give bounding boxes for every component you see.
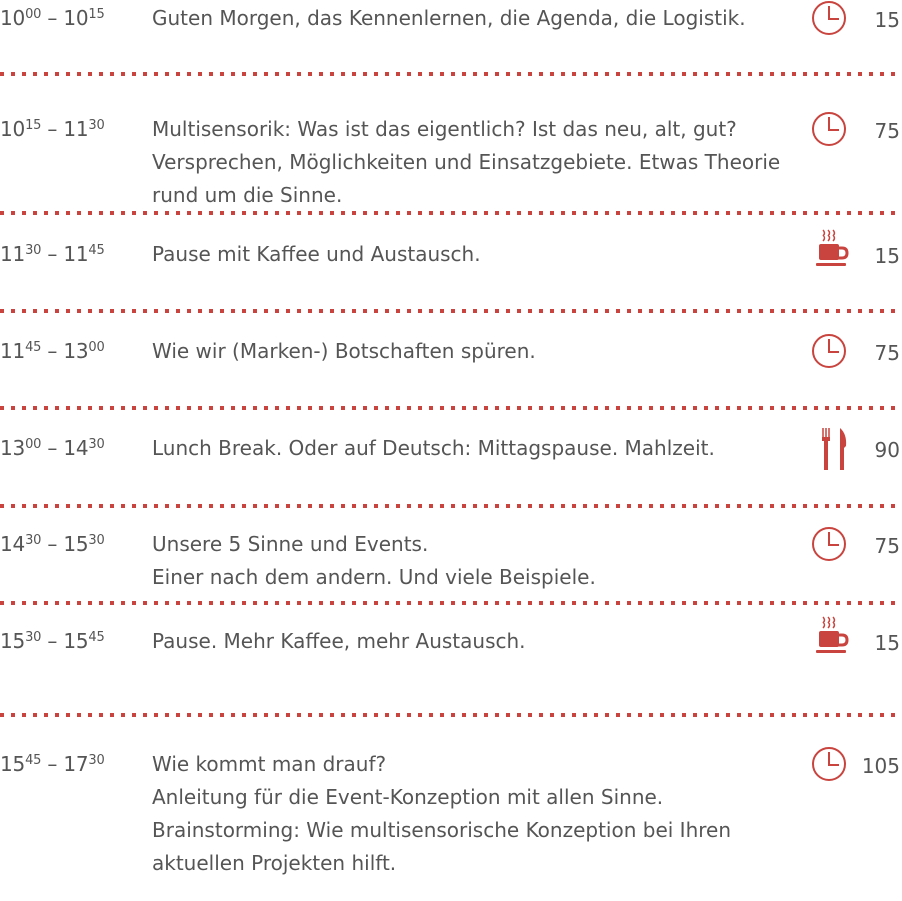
session-description: Wie wir (Marken-) Botschaften spüren.: [152, 339, 536, 363]
dotted-separator: [0, 309, 902, 313]
time-range: 1145 – 1300: [0, 339, 105, 363]
coffee-icon: [816, 229, 849, 266]
dotted-separator: [0, 713, 902, 717]
time-range: 1000 – 1015: [0, 6, 105, 30]
clock-icon: [812, 334, 846, 368]
time-range: 1530 – 1545: [0, 629, 105, 653]
duration-minutes: 15: [874, 244, 900, 268]
time-range: 1545 – 1730: [0, 752, 105, 776]
clock-icon: [812, 747, 846, 781]
duration-minutes: 75: [874, 534, 900, 558]
dotted-separator: [0, 601, 902, 605]
session-description: Pause mit Kaffee und Austausch.: [152, 242, 481, 266]
duration-minutes: 90: [874, 438, 900, 462]
session-description: Guten Morgen, das Kennenlernen, die Agen…: [152, 6, 746, 30]
clock-icon: [812, 1, 846, 35]
dotted-separator: [0, 504, 902, 508]
session-description: Pause. Mehr Kaffee, mehr Austausch.: [152, 629, 526, 653]
dotted-separator: [0, 406, 902, 410]
duration-minutes: 75: [874, 119, 900, 143]
time-range: 1130 – 1145: [0, 242, 105, 266]
cutlery-icon: [822, 428, 847, 470]
session-description: Unsere 5 Sinne und Events. Einer nach de…: [152, 532, 596, 589]
time-range: 1300 – 1430: [0, 436, 105, 460]
duration-minutes: 105: [861, 754, 900, 778]
clock-icon: [812, 112, 846, 146]
session-description: Multisensorik: Was ist das eigentlich? I…: [152, 117, 781, 207]
duration-minutes: 75: [874, 341, 900, 365]
session-description: Wie kommt man drauf? Anleitung für die E…: [152, 752, 732, 875]
time-range: 1015 – 1130: [0, 117, 105, 141]
clock-icon: [812, 527, 846, 561]
time-range: 1430 – 1530: [0, 532, 105, 556]
dotted-separator: [0, 72, 902, 76]
duration-minutes: 15: [874, 631, 900, 655]
coffee-icon: [816, 616, 849, 653]
dotted-separator: [0, 211, 902, 215]
duration-minutes: 15: [874, 8, 900, 32]
session-description: Lunch Break. Oder auf Deutsch: Mittagspa…: [152, 436, 715, 460]
